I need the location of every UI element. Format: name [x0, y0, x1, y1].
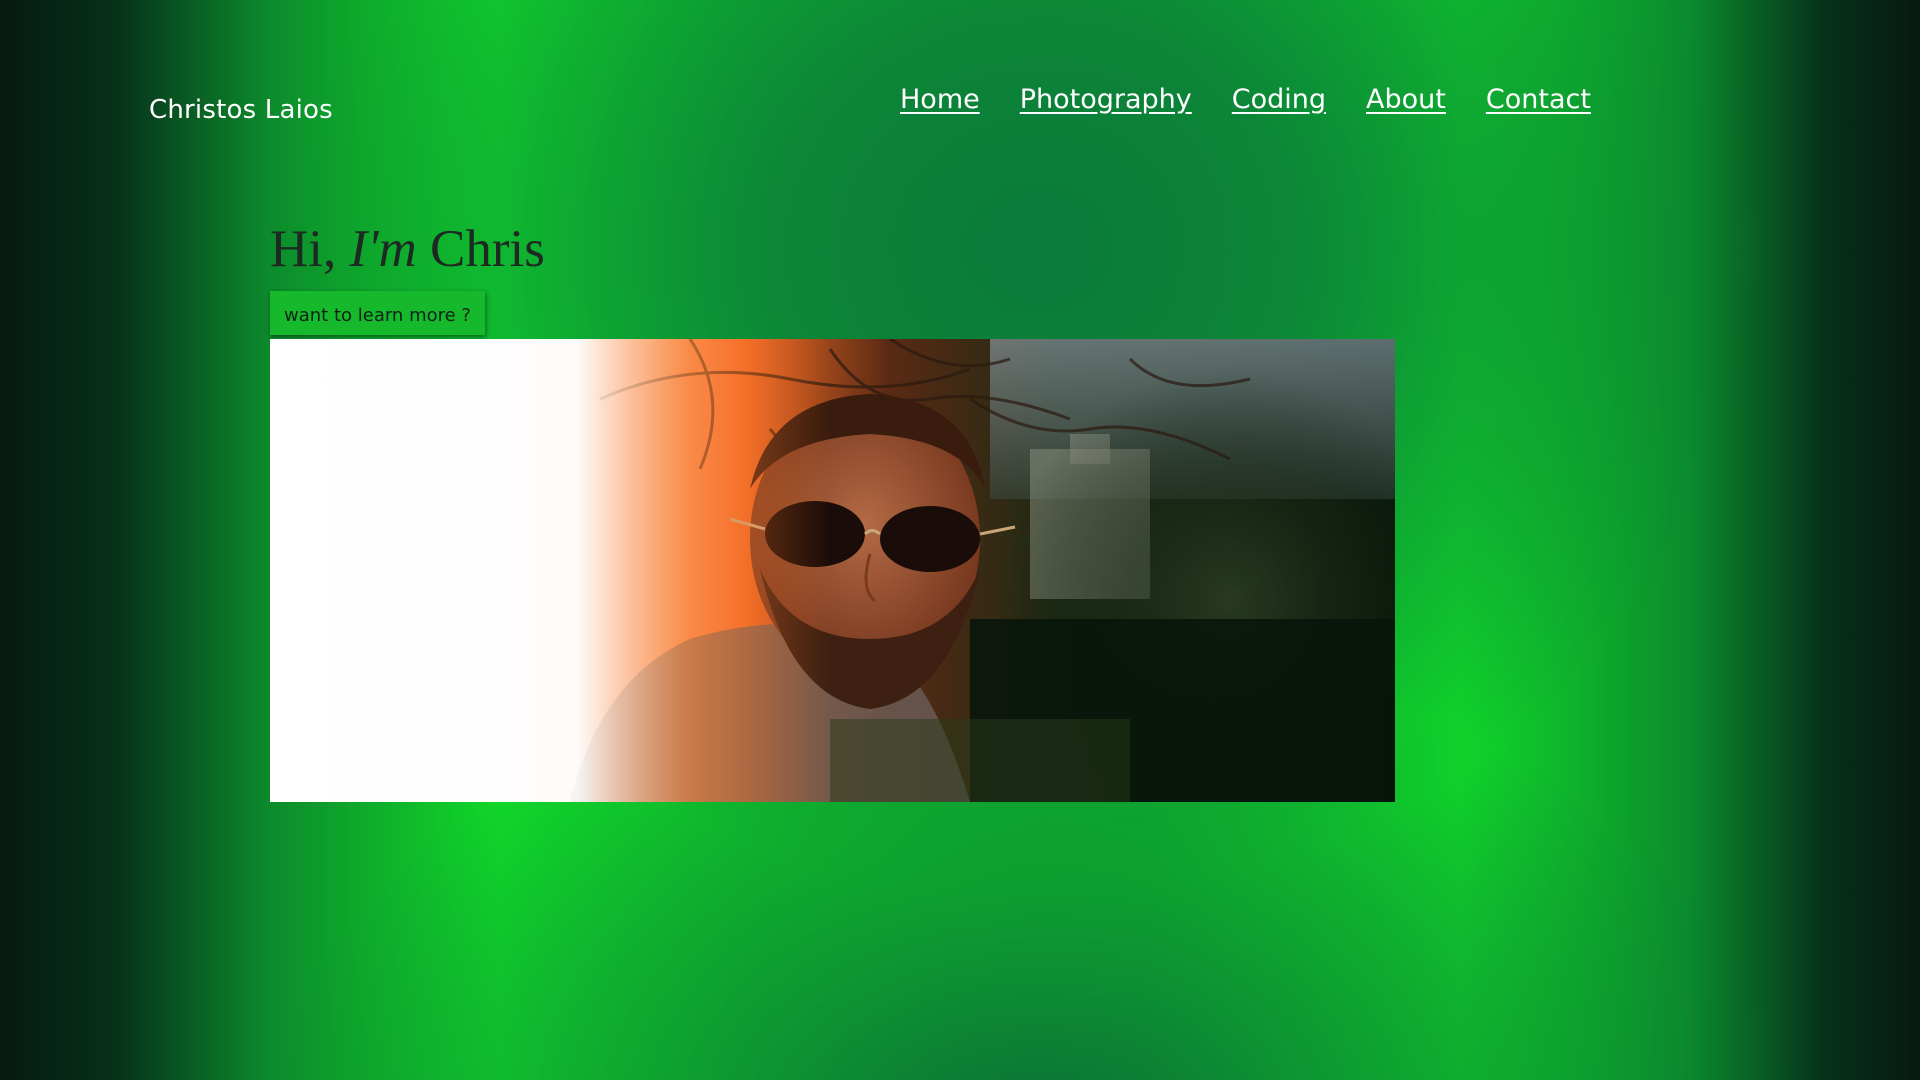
hero-photo — [270, 339, 1395, 802]
hero-emphasis: I'm — [349, 220, 417, 278]
learn-more-button[interactable]: want to learn more ? — [270, 291, 485, 335]
hero-name: Chris — [430, 220, 545, 278]
site-brand[interactable]: Christos Laios — [149, 95, 333, 125]
hero-title: Hi, I'm Chris — [270, 220, 545, 278]
nav-link-home[interactable]: Home — [900, 84, 980, 115]
hero-greeting: Hi, — [270, 220, 337, 278]
nav-link-photography[interactable]: Photography — [1020, 84, 1192, 115]
nav-link-about[interactable]: About — [1366, 84, 1446, 115]
nav-link-contact[interactable]: Contact — [1486, 84, 1591, 115]
main-nav: Home Photography Coding About Contact — [900, 84, 1591, 115]
nav-link-coding[interactable]: Coding — [1232, 84, 1326, 115]
